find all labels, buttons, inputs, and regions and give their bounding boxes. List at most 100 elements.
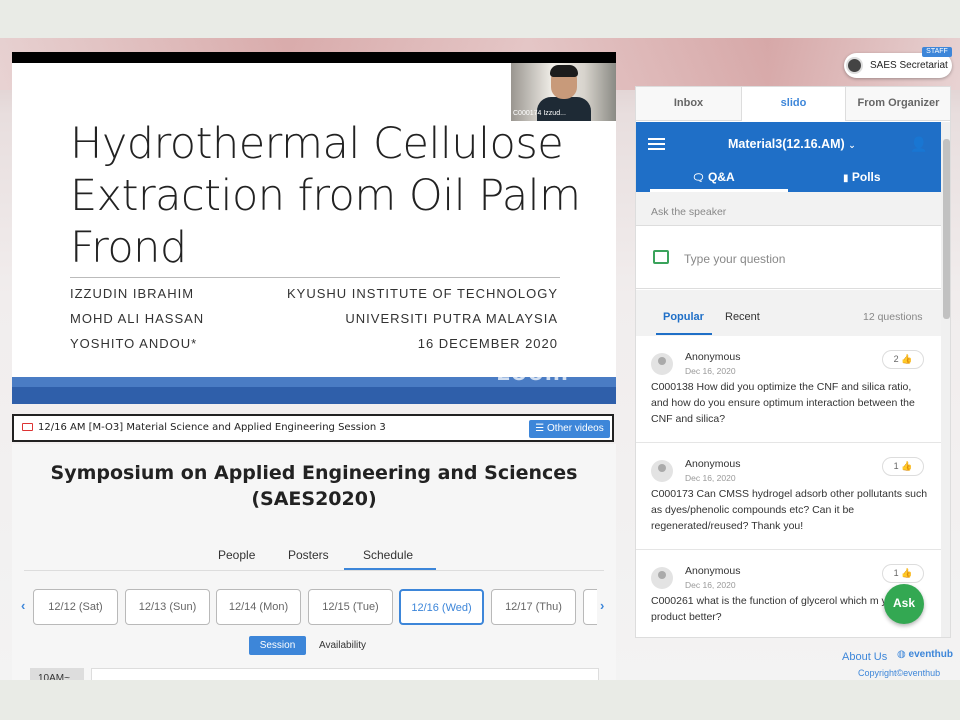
menu-icon[interactable]: [648, 138, 665, 150]
ask-label: Ask the speaker: [651, 206, 727, 218]
slide-title: Hydrothermal Cellulose Extraction from O…: [70, 118, 590, 274]
slide-affiliation: KYUSHU INSTITUTE OF TECHNOLOGY: [286, 286, 558, 301]
slide-affiliation: UNIVERSITI PUTRA MALAYSIA: [345, 311, 558, 326]
tab-schedule[interactable]: Schedule: [363, 548, 413, 562]
video-control-bar[interactable]: [12, 387, 616, 404]
slide-title-line: Hydrothermal Cellulose: [70, 119, 564, 169]
symposium-title: Symposium on Applied Engineering and Sci…: [12, 460, 616, 512]
question-author: Anonymous: [685, 458, 741, 470]
active-tab-indicator: [344, 568, 436, 570]
speaker-camera-thumbnail[interactable]: C000174 Izzud...: [511, 63, 616, 121]
thumbs-up-icon: 👍: [901, 354, 913, 364]
bottom-strip: [0, 680, 960, 720]
availability-view-tab[interactable]: Availability: [319, 640, 366, 651]
like-button[interactable]: 1 👍: [882, 457, 924, 476]
globe-icon: ◍: [897, 649, 906, 660]
date-button-partial[interactable]: [583, 589, 597, 625]
about-us-link[interactable]: About Us: [842, 651, 887, 663]
symposium-title-line: (SAES2020): [251, 488, 377, 510]
filter-popular[interactable]: Popular: [663, 311, 704, 323]
chat-icon: 🗨: [692, 173, 705, 184]
session-title: 12/16 AM [M-O3] Material Science and App…: [38, 422, 386, 433]
chevron-down-icon: ⌄: [848, 140, 856, 150]
speaker-body: [537, 97, 591, 121]
other-videos-button[interactable]: ☰ Other videos: [529, 420, 610, 438]
avatar: [651, 353, 673, 375]
event-name: Material3(12.16.AM): [728, 137, 845, 151]
slido-header: Material3(12.16.AM) ⌄ 👤 🗨 Q&A ▮ Polls: [636, 122, 941, 192]
slide-author: MOHD ALI HASSAN: [70, 311, 205, 326]
tab-people[interactable]: People: [218, 548, 255, 562]
tab-polls[interactable]: ▮ Polls: [843, 170, 881, 184]
avatar: [846, 57, 863, 74]
tab-qa[interactable]: 🗨 Q&A: [692, 170, 735, 184]
symposium-title-line: Symposium on Applied Engineering and Sci…: [50, 462, 578, 484]
date-button[interactable]: 12/13 (Sun): [125, 589, 210, 625]
session-bar: 12/16 AM [M-O3] Material Science and App…: [12, 414, 614, 442]
copyright-text: Copyright©eventhub: [858, 668, 941, 678]
slide-date: 16 DECEMBER 2020: [417, 336, 558, 351]
filter-recent[interactable]: Recent: [725, 311, 760, 323]
bar-chart-icon: ▮: [843, 173, 849, 184]
question-date: Dec 16, 2020: [685, 473, 736, 483]
thumbs-up-icon: 👍: [901, 461, 913, 471]
avatar: [651, 567, 673, 589]
question-item: Anonymous Dec 16, 2020 1 👍 C000173 Can C…: [636, 444, 941, 550]
list-icon: ☰: [535, 423, 545, 434]
question-author: Anonymous: [685, 565, 741, 577]
date-button[interactable]: 12/12 (Sat): [33, 589, 118, 625]
schedule-slot[interactable]: [91, 668, 599, 680]
eventhub-logo[interactable]: ◍ eventhub: [897, 649, 953, 660]
slide-title-line: Extraction from Oil Palm: [70, 171, 581, 221]
question-input[interactable]: Type your question: [684, 252, 785, 266]
question-input-box[interactable]: Type your question: [636, 225, 941, 289]
like-count: 2: [893, 354, 899, 364]
ask-button[interactable]: Ask: [884, 584, 924, 624]
session-view-tab[interactable]: Session: [249, 636, 306, 655]
side-panel: Inbox slido From Organizer Material3(12.…: [635, 86, 951, 638]
tab-qa-label: Q&A: [708, 170, 735, 184]
slide-divider: [70, 277, 560, 278]
date-button[interactable]: 12/14 (Mon): [216, 589, 301, 625]
tab-posters[interactable]: Posters: [288, 548, 329, 562]
tab-inbox[interactable]: Inbox: [636, 87, 741, 121]
question-count: 12 questions: [863, 311, 923, 323]
question-date: Dec 16, 2020: [685, 366, 736, 376]
question-date: Dec 16, 2020: [685, 580, 736, 590]
active-filter-indicator: [656, 333, 712, 335]
slide-title-line: Frond: [70, 223, 187, 273]
user-icon[interactable]: 👤: [910, 136, 927, 153]
staff-name: SAES Secretariat: [870, 60, 948, 71]
question-author: Anonymous: [685, 351, 741, 363]
avatar: [651, 460, 673, 482]
slide-author: YOSHITO ANDOU*: [70, 336, 198, 351]
tab-polls-label: Polls: [851, 170, 881, 184]
camera-label: C000174 Izzud...: [513, 110, 566, 117]
question-text: C000138 How did you optimize the CNF and…: [651, 381, 915, 425]
like-button[interactable]: 2 👍: [882, 350, 924, 369]
next-date-arrow-icon[interactable]: ›: [600, 598, 604, 613]
like-button[interactable]: 1 👍: [882, 564, 924, 583]
tab-slido[interactable]: slido: [741, 87, 846, 121]
video-icon: [22, 423, 33, 431]
prev-date-arrow-icon[interactable]: ‹: [21, 598, 25, 613]
date-button[interactable]: 12/15 (Tue): [308, 589, 393, 625]
scrollbar-thumb[interactable]: [943, 139, 950, 319]
tab-from-organizer[interactable]: From Organizer: [846, 87, 950, 121]
like-count: 1: [893, 568, 899, 578]
question-text: C000173 Can CMSS hydrogel adsorb other p…: [651, 488, 928, 532]
side-panel-tabs: Inbox slido From Organizer: [636, 87, 950, 121]
time-slot-label: 10AM~: [30, 668, 84, 680]
other-videos-label: Other videos: [547, 423, 604, 434]
event-selector[interactable]: Material3(12.16.AM) ⌄: [728, 137, 856, 151]
speaker-hair: [550, 65, 578, 77]
like-count: 1: [893, 461, 899, 471]
date-button[interactable]: 12/17 (Thu): [491, 589, 576, 625]
brand-name: eventhub: [908, 649, 953, 660]
slide-author: IZZUDIN IBRAHIM: [70, 286, 195, 301]
thumbs-up-icon: 👍: [901, 568, 913, 578]
edit-icon: [653, 250, 669, 264]
zoom-watermark: zoom: [497, 356, 569, 386]
date-button-selected[interactable]: 12/16 (Wed): [399, 589, 484, 625]
tab-divider: [24, 570, 604, 571]
